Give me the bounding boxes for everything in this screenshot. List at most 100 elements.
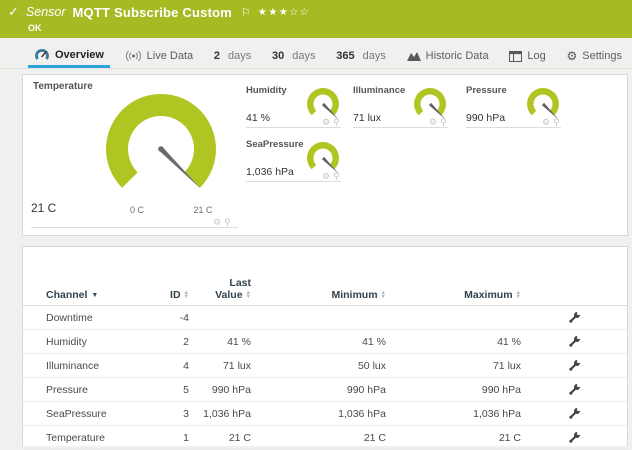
gauge-pin-icon[interactable]: ⚲ [333, 118, 340, 127]
gauge-scale-min: 0 C [122, 205, 152, 215]
cell-divider [31, 227, 238, 228]
column-header-maximum-label: Maximum [464, 289, 512, 301]
tab-overview[interactable]: Overview [28, 44, 110, 68]
channel-id: 2 [143, 336, 189, 348]
status-ok-check-icon: ✓ [8, 4, 19, 20]
channel-edit-button[interactable] [521, 407, 627, 420]
gauge-humidity-label: Humidity [246, 85, 287, 96]
column-header-last-label: Last [229, 277, 251, 289]
gauge-pin-icon[interactable]: ⚲ [440, 118, 447, 127]
tab-365-days-label: days [363, 50, 386, 62]
channel-name[interactable]: Illuminance [23, 360, 143, 372]
channel-name[interactable]: Pressure [23, 384, 143, 396]
tab-2-days[interactable]: 2 days [208, 44, 257, 68]
log-icon [509, 51, 522, 62]
column-header-value-label: Value [215, 289, 242, 301]
tab-365-days-number: 365 [336, 50, 354, 62]
tab-historic-data[interactable]: Historic Data [401, 44, 495, 68]
table-row-temperature: Temperature 1 21 C 21 C 21 C [23, 426, 627, 450]
channel-maximum: 1,036 hPa [386, 408, 521, 420]
column-header-maximum[interactable]: Maximum ▲▼ [386, 289, 521, 301]
sort-icon: ▲▼ [516, 291, 521, 300]
column-header-minimum[interactable]: Minimum ▲▼ [251, 289, 386, 301]
gauge-humidity: Humidity 41 % ⚙ ⚲ [246, 85, 341, 129]
gauge-pin-icon[interactable]: ⚲ [333, 172, 340, 181]
broadcast-icon [125, 50, 142, 62]
tab-historic-data-label: Historic Data [426, 50, 489, 62]
tab-log[interactable]: Log [503, 44, 551, 68]
priority-stars[interactable]: ★★★☆☆ [258, 7, 310, 18]
channel-minimum: 990 hPa [251, 384, 386, 396]
channel-table-panel: Channel ▼ ID ▲▼ Last Value▲▼ Minimum ▲▼ … [22, 246, 628, 446]
priority-flag-icon[interactable]: ⚐ [241, 6, 251, 19]
temperature-gauge-dial [96, 87, 236, 217]
channel-edit-button[interactable] [521, 431, 627, 444]
wrench-icon [568, 431, 581, 444]
gauge-temperature-value: 21 C [31, 201, 56, 215]
tab-log-label: Log [527, 50, 545, 62]
sensor-title: MQTT Subscribe Custom [73, 5, 233, 20]
channel-id: 3 [143, 408, 189, 420]
column-header-id[interactable]: ID ▲▼ [143, 289, 189, 301]
tab-live-data[interactable]: Live Data [119, 44, 199, 68]
settings-gear-icon: ⚙ [566, 49, 577, 63]
tab-settings-label: Settings [582, 50, 622, 62]
gauges-panel: Temperature 0 C 21 C 21 C ⚙ ⚲ Humidity 4… [22, 74, 628, 236]
tab-settings[interactable]: ⚙ Settings [560, 44, 628, 68]
channel-minimum: 50 lux [251, 360, 386, 372]
wrench-icon [568, 407, 581, 420]
gauge-gear-icon[interactable]: ⚙ [322, 118, 330, 127]
gauge-pressure-value: 990 hPa [466, 112, 505, 124]
stars-filled[interactable]: ★★★ [258, 7, 289, 18]
column-header-last-value[interactable]: Last Value▲▼ [189, 277, 251, 301]
column-header-channel[interactable]: Channel ▼ [23, 289, 143, 301]
sensor-status-badge: OK [28, 23, 42, 33]
gauge-seapressure: SeaPressure 1,036 hPa ⚙ ⚲ [246, 139, 341, 183]
tab-overview-label: Overview [55, 49, 104, 61]
wrench-icon [568, 335, 581, 348]
channel-last-value: 21 C [189, 432, 251, 444]
channel-edit-button[interactable] [521, 383, 627, 396]
gauge-illuminance-value: 71 lux [353, 112, 381, 124]
channel-name[interactable]: SeaPressure [23, 408, 143, 420]
table-row-pressure: Pressure 5 990 hPa 990 hPa 990 hPa [23, 378, 627, 402]
gauge-gear-icon[interactable]: ⚙ [429, 118, 437, 127]
channel-edit-button[interactable] [521, 311, 627, 324]
gauge-gear-icon[interactable]: ⚙ [322, 172, 330, 181]
gauge-gear-icon[interactable]: ⚙ [213, 218, 221, 227]
channel-edit-button[interactable] [521, 335, 627, 348]
channel-name[interactable]: Humidity [23, 336, 143, 348]
tab-divider [0, 68, 632, 69]
channel-id: 5 [143, 384, 189, 396]
tab-2-days-label: days [228, 50, 251, 62]
cell-divider [246, 181, 341, 182]
channel-maximum: 21 C [386, 432, 521, 444]
tab-30-days[interactable]: 30 days [266, 44, 322, 68]
channel-last-value: 990 hPa [189, 384, 251, 396]
table-row-humidity: Humidity 2 41 % 41 % 41 % [23, 330, 627, 354]
cell-divider [246, 127, 341, 128]
table-row-seapressure: SeaPressure 3 1,036 hPa 1,036 hPa 1,036 … [23, 402, 627, 426]
table-row-downtime: Downtime -4 [23, 306, 627, 330]
gauge-icon [34, 48, 50, 62]
column-header-id-label: ID [170, 289, 181, 301]
wrench-icon [568, 359, 581, 372]
gauge-seapressure-value: 1,036 hPa [246, 166, 294, 178]
gauge-temperature: Temperature 0 C 21 C 21 C ⚙ ⚲ [31, 79, 241, 233]
sort-desc-icon: ▼ [91, 292, 98, 299]
gauge-illuminance: Illuminance 71 lux ⚙ ⚲ [353, 85, 448, 129]
channel-name[interactable]: Downtime [23, 312, 143, 324]
cell-divider [353, 127, 448, 128]
object-kind-label: Sensor [26, 5, 66, 19]
channel-last-value: 71 lux [189, 360, 251, 372]
gauge-seapressure-label: SeaPressure [246, 139, 304, 150]
table-header-row: Channel ▼ ID ▲▼ Last Value▲▼ Minimum ▲▼ … [23, 271, 627, 306]
gauge-pin-icon[interactable]: ⚲ [553, 118, 560, 127]
tab-365-days[interactable]: 365 days [330, 44, 392, 68]
column-header-channel-label: Channel [46, 289, 87, 301]
channel-name[interactable]: Temperature [23, 432, 143, 444]
channel-edit-button[interactable] [521, 359, 627, 372]
stars-empty[interactable]: ☆☆ [289, 7, 310, 18]
gauge-gear-icon[interactable]: ⚙ [542, 118, 550, 127]
gauge-pin-icon[interactable]: ⚲ [224, 218, 231, 227]
